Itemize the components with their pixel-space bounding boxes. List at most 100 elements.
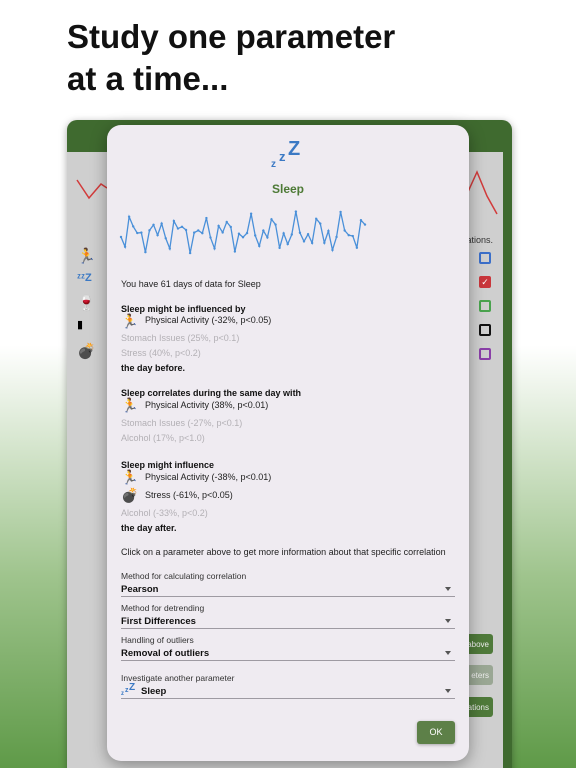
sparkline-point	[172, 219, 176, 223]
sparkline-point	[254, 234, 257, 237]
sparkline-point	[221, 231, 224, 234]
runner-icon: 🏃	[121, 397, 139, 413]
checkbox-5[interactable]	[479, 348, 491, 360]
correlation-item[interactable]: Stomach Issues (-27%, p<0.1)	[121, 418, 242, 428]
investigate-select[interactable]: Sleep	[141, 686, 166, 697]
section-same-day-heading: Sleep correlates during the same day wit…	[121, 388, 302, 398]
correlation-item[interactable]: Physical Activity (-32%, p<0.05)	[145, 315, 271, 325]
hint-text: Click on a parameter above to get more i…	[121, 547, 446, 557]
sparkline-point	[217, 224, 220, 228]
svg-text:Z: Z	[129, 682, 135, 693]
data-summary: You have 61 days of data for Sleep	[121, 279, 261, 289]
sparkline-point	[335, 235, 338, 239]
sparkline-point	[319, 222, 322, 225]
sparkline-point	[205, 216, 208, 220]
investigate-label: Investigate another parameter	[121, 673, 235, 683]
headline: Study one parameter at a time...	[67, 16, 395, 100]
sparkline-point	[290, 233, 293, 236]
chevron-down-icon[interactable]	[445, 619, 451, 623]
section-before-heading: Sleep might be influenced by	[121, 304, 246, 314]
dialog-title: Sleep	[271, 182, 304, 196]
sleep-zzz-icon: ᶻᶻZ	[77, 272, 92, 284]
sparkline-point	[355, 246, 359, 249]
sparkline-point	[245, 231, 249, 235]
sparkline-point	[306, 232, 310, 236]
sparkline-point	[286, 242, 289, 246]
runner-icon: 🏃	[121, 469, 139, 485]
sparkline-point	[323, 241, 326, 245]
correlation-item[interactable]: Alcohol (-33%, p<0.2)	[121, 508, 208, 518]
sparkline-point	[363, 223, 367, 226]
sparkline-point	[201, 232, 204, 235]
outliers-select[interactable]: Removal of outliers	[121, 648, 209, 659]
sparkline-point	[188, 251, 192, 255]
chevron-down-icon[interactable]	[445, 689, 451, 693]
headline-line-2: at a time...	[67, 60, 229, 97]
sparkline-point	[213, 247, 216, 250]
method-label: Method for calculating correlation	[121, 571, 247, 581]
method-select[interactable]: Pearson	[121, 584, 159, 595]
bomb-icon: 💣	[77, 343, 96, 360]
sparkline-path	[120, 211, 366, 254]
sparkline-point	[266, 236, 269, 239]
correlation-item[interactable]: Physical Activity (38%, p<0.01)	[145, 400, 268, 410]
checkbox-3[interactable]	[479, 300, 491, 312]
sparkline-point	[123, 245, 127, 248]
sparkline-point	[184, 228, 188, 232]
sparkline-point	[148, 229, 151, 232]
correlation-item[interactable]: Physical Activity (-38%, p<0.01)	[145, 472, 271, 482]
sparkline-point	[132, 225, 135, 228]
headline-line-1: Study one parameter	[67, 18, 396, 55]
sparkline-point	[274, 223, 277, 226]
correlation-item[interactable]: Stress (-61%, p<0.05)	[145, 490, 233, 500]
runner-icon: 🏃	[77, 248, 96, 265]
sparkline-point	[144, 250, 147, 254]
svg-text:z: z	[279, 149, 286, 164]
sparkline-point	[347, 233, 350, 237]
sparkline-point	[209, 236, 212, 239]
svg-text:z: z	[121, 691, 124, 696]
sparkline-point	[152, 223, 155, 227]
checkbox-1[interactable]	[479, 252, 491, 264]
correlation-item[interactable]: Stress (40%, p<0.2)	[121, 348, 201, 358]
sparkline-point	[156, 233, 159, 237]
ok-button[interactable]: OK	[417, 721, 455, 744]
sparkline-point	[176, 227, 180, 230]
method-underline	[121, 596, 455, 597]
sleep-sparkline	[119, 210, 367, 255]
sparkline-point	[359, 218, 363, 222]
investigate-underline	[121, 698, 455, 699]
sparkline-point	[225, 220, 228, 224]
sparkline-point	[298, 231, 302, 234]
svg-text:Z: Z	[288, 138, 300, 160]
sparkline-point	[310, 241, 314, 245]
runner-icon: 🏃	[121, 313, 139, 329]
sparkline-point	[164, 237, 167, 240]
detrend-label: Method for detrending	[121, 603, 205, 613]
chevron-down-icon[interactable]	[445, 587, 451, 591]
sparkline-point	[282, 232, 285, 235]
sparkline-point	[136, 231, 139, 235]
sparkline-point	[237, 232, 241, 235]
sleep-zzz-icon: z z Z	[121, 682, 135, 696]
sparkline-point	[233, 250, 237, 253]
bomb-icon: 💣	[121, 487, 139, 503]
sparkline-point	[270, 218, 273, 221]
checkbox-4[interactable]	[479, 324, 491, 336]
sparkline-point	[262, 229, 265, 232]
chevron-down-icon[interactable]	[445, 651, 451, 655]
detrend-select[interactable]: First Differences	[121, 616, 196, 627]
sparkline-point	[160, 222, 163, 225]
sparkline-point	[193, 231, 196, 234]
correlation-item[interactable]: Stomach Issues (25%, p<0.1)	[121, 333, 239, 343]
sleep-detail-dialog: z z Z Sleep You have 61 days of data for…	[107, 125, 469, 761]
sparkline-point	[119, 235, 123, 239]
sparkline-point	[229, 225, 232, 229]
checkbox-2[interactable]: ✓	[479, 276, 491, 288]
detrend-underline	[121, 628, 455, 629]
sparkline-point	[315, 217, 318, 220]
sparkline-point	[140, 231, 143, 234]
correlation-item[interactable]: Alcohol (17%, p<1.0)	[121, 433, 205, 443]
sparkline-point	[241, 236, 245, 239]
outliers-underline	[121, 660, 455, 661]
